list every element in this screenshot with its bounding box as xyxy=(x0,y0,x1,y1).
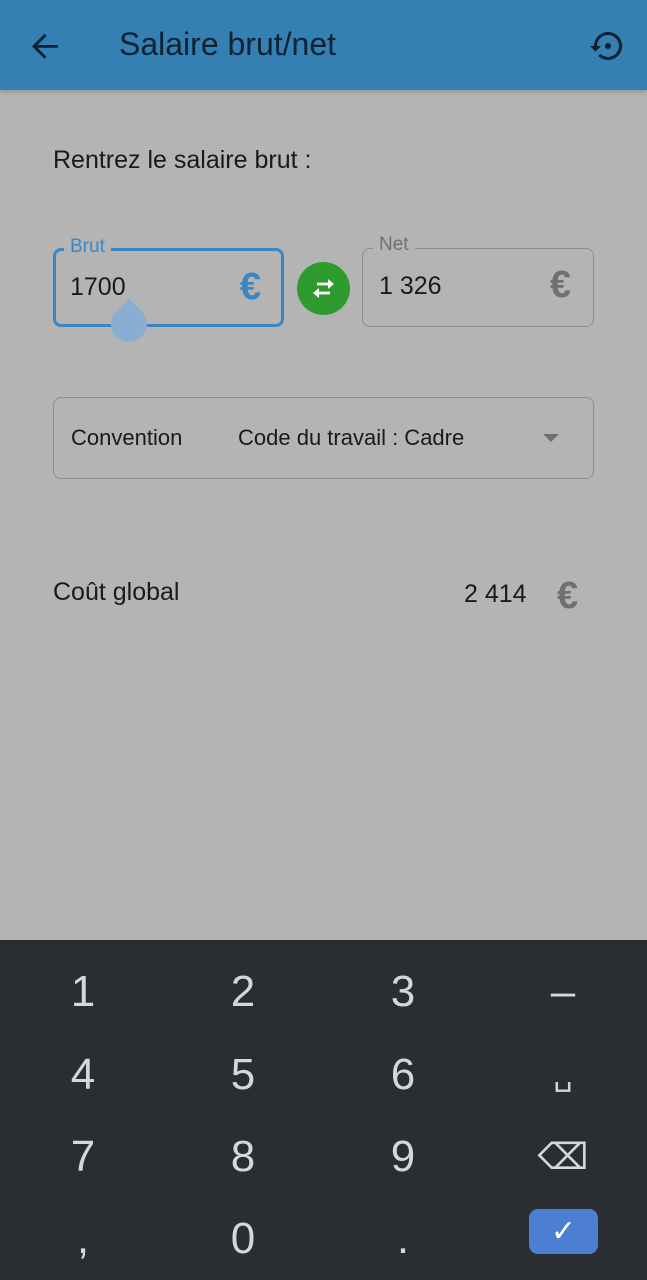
swap-horizontal-icon xyxy=(313,279,334,298)
net-input[interactable]: 1 326 xyxy=(379,272,442,301)
space-key-icon[interactable]: ␣ xyxy=(483,1034,643,1116)
key-8[interactable]: 8 xyxy=(163,1116,323,1198)
key-7[interactable]: 7 xyxy=(3,1116,163,1198)
brut-input[interactable]: 1700 xyxy=(70,273,126,302)
net-field[interactable]: Net 1 326 € xyxy=(362,234,594,327)
euro-icon: € xyxy=(557,575,579,617)
brut-label: Brut xyxy=(64,236,111,258)
backspace-icon[interactable]: ⌫ xyxy=(483,1116,643,1198)
chevron-down-icon xyxy=(543,434,559,442)
key-4[interactable]: 4 xyxy=(3,1034,163,1116)
convention-value: Code du travail : Cadre xyxy=(238,425,465,450)
key-dot[interactable]: . xyxy=(323,1198,483,1280)
net-label: Net xyxy=(373,234,415,256)
app-bar: Salaire brut/net xyxy=(0,0,647,90)
brut-field[interactable]: Brut 1700 € xyxy=(53,236,284,327)
key-comma[interactable]: , xyxy=(3,1198,163,1280)
arrow-left-icon[interactable] xyxy=(26,26,66,66)
key-9[interactable]: 9 xyxy=(323,1116,483,1198)
euro-icon: € xyxy=(549,264,571,306)
numeric-keyboard: 1 2 3 – 4 5 6 ␣ 7 8 9 ⌫ , 0 . ✓ xyxy=(0,940,647,1280)
key-5[interactable]: 5 xyxy=(163,1034,323,1116)
key-1[interactable]: 1 xyxy=(3,951,163,1033)
key-6[interactable]: 6 xyxy=(323,1034,483,1116)
swap-button[interactable] xyxy=(297,262,350,315)
total-cost-value: 2 414 xyxy=(464,580,527,608)
total-cost-label: Coût global xyxy=(53,578,180,606)
key-3[interactable]: 3 xyxy=(323,951,483,1033)
key-0[interactable]: 0 xyxy=(163,1198,323,1280)
convention-label: Convention xyxy=(71,425,183,450)
page-title: Salaire brut/net xyxy=(119,26,337,62)
euro-icon: € xyxy=(239,266,261,308)
intro-text: Rentrez le salaire brut : xyxy=(53,146,312,174)
history-icon[interactable] xyxy=(584,24,628,68)
key-2[interactable]: 2 xyxy=(163,951,323,1033)
convention-select[interactable]: Convention Code du travail : Cadre xyxy=(53,397,594,479)
key-minus[interactable]: – xyxy=(483,951,643,1033)
checkmark-icon[interactable]: ✓ xyxy=(529,1209,598,1254)
